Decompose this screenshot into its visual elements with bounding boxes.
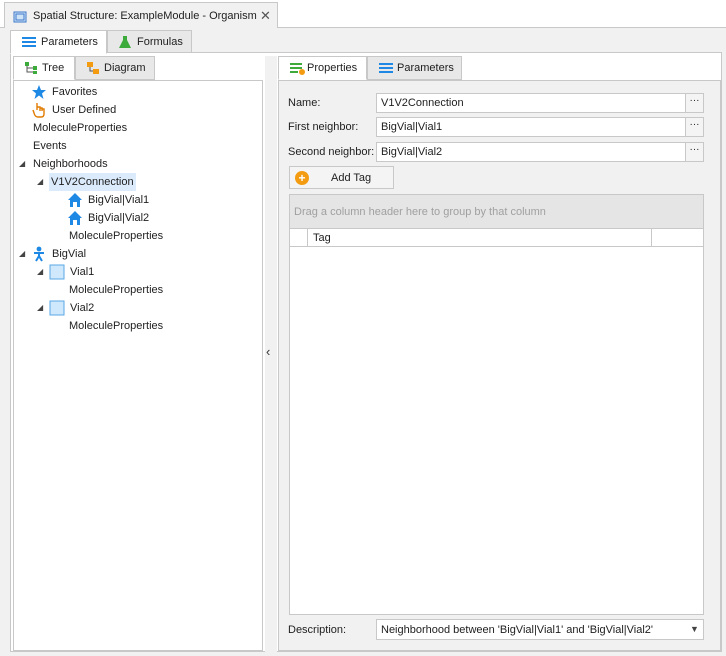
panel-splitter[interactable]: ‹ <box>265 56 277 652</box>
tree-item-molecule-properties[interactable]: MoleculeProperties <box>67 317 165 335</box>
tree-item-label: MoleculeProperties <box>69 230 164 242</box>
collapse-left-icon[interactable]: ‹ <box>266 344 270 359</box>
tab-properties[interactable]: Properties <box>278 56 367 80</box>
diagram-icon <box>86 61 100 78</box>
close-icon[interactable]: ✕ <box>260 8 271 24</box>
tree-item-molecule-properties[interactable]: MoleculeProperties <box>31 119 129 137</box>
name-ellipsis-button[interactable]: ··· <box>685 94 703 112</box>
name-field[interactable]: V1V2Connection ··· <box>376 93 704 113</box>
properties-icon <box>289 61 305 78</box>
second-neighbor-field[interactable]: BigVial|Vial2 ··· <box>376 142 704 162</box>
tab-diagram-label: Diagram <box>104 62 146 74</box>
tab-diagram[interactable]: Diagram <box>75 56 155 80</box>
first-neighbor-label: First neighbor: <box>288 121 359 133</box>
tree-item-label: Neighborhoods <box>33 158 108 170</box>
name-label: Name: <box>288 97 321 109</box>
tab-parameters[interactable]: Parameters <box>10 30 107 54</box>
description-value: Neighborhood between 'BigVial|Vial1' and… <box>381 624 653 636</box>
description-field[interactable]: Neighborhood between 'BigVial|Vial1' and… <box>376 619 704 640</box>
tree-item-events[interactable]: Events <box>31 137 69 155</box>
first-neighbor-value: BigVial|Vial1 <box>381 121 443 133</box>
tag-grid[interactable] <box>289 194 704 615</box>
add-icon: + <box>295 171 309 185</box>
tree-item-label: BigVial|Vial2 <box>88 212 150 224</box>
tab-formulas[interactable]: Formulas <box>107 30 192 54</box>
tree-item-label: BigVial|Vial1 <box>88 194 150 206</box>
row-indicator-header <box>290 229 308 246</box>
second-neighbor-ellipsis-button[interactable]: ··· <box>685 143 703 161</box>
document-tab[interactable]: Spatial Structure: ExampleModule - Organ… <box>4 2 278 29</box>
tree-item-label: V1V2Connection <box>49 173 136 191</box>
collapse-arrow-icon[interactable]: ◢ <box>19 245 25 263</box>
tab-formulas-label: Formulas <box>137 36 183 48</box>
first-neighbor-ellipsis-button[interactable]: ··· <box>685 118 703 136</box>
tree-item-label: MoleculeProperties <box>33 122 128 134</box>
chevron-down-icon[interactable]: ▼ <box>686 620 703 639</box>
name-value: V1V2Connection <box>381 97 464 109</box>
add-tag-button[interactable]: + Add Tag <box>289 166 394 189</box>
second-neighbor-label: Second neighbor: <box>288 146 375 158</box>
first-neighbor-field[interactable]: BigVial|Vial1 ··· <box>376 117 704 137</box>
column-header-tag[interactable]: Tag <box>307 229 652 246</box>
collapse-arrow-icon[interactable]: ◢ <box>37 263 43 281</box>
collapse-arrow-icon[interactable]: ◢ <box>19 155 25 173</box>
parameters-icon <box>21 35 37 52</box>
formulas-flask-icon <box>118 35 132 52</box>
tab-parameters-label: Parameters <box>41 36 98 48</box>
tree-item-molecule-properties[interactable]: MoleculeProperties <box>67 281 165 299</box>
collapse-arrow-icon[interactable]: ◢ <box>37 299 43 317</box>
tab-right-parameters[interactable]: Parameters <box>367 56 462 80</box>
description-label: Description: <box>288 624 347 636</box>
column-header-tag-label: Tag <box>313 232 331 244</box>
tab-tree[interactable]: Tree <box>13 56 75 80</box>
tree-item-label: MoleculeProperties <box>69 284 164 296</box>
tab-properties-label: Properties <box>307 62 358 74</box>
tab-right-parameters-label: Parameters <box>397 62 454 74</box>
add-tag-label: Add Tag <box>331 172 372 184</box>
tree-item-label: User Defined <box>52 104 117 116</box>
tree-item-molecule-properties[interactable]: MoleculeProperties <box>67 227 165 245</box>
group-by-hint: Drag a column header here to group by th… <box>294 206 546 218</box>
window-structure-icon <box>13 10 27 27</box>
container-icon <box>49 264 65 286</box>
tree-item-label: Vial1 <box>70 266 95 278</box>
document-title: Spatial Structure: ExampleModule - Organ… <box>33 10 257 22</box>
collapse-arrow-icon[interactable]: ◢ <box>37 173 43 191</box>
tree-item-label: MoleculeProperties <box>69 320 164 332</box>
tree-item-label: Favorites <box>52 86 98 98</box>
second-neighbor-value: BigVial|Vial2 <box>381 146 443 158</box>
grid-column-header-row: Tag <box>290 228 703 247</box>
tree-item-label: Vial2 <box>70 302 95 314</box>
group-by-panel[interactable]: Drag a column header here to group by th… <box>290 195 703 228</box>
tree-item-label: BigVial <box>52 248 87 260</box>
parameters-icon <box>378 61 394 78</box>
tree-item-label: Events <box>33 140 67 152</box>
tree-icon <box>24 61 38 78</box>
container-icon <box>49 300 65 322</box>
tab-tree-label: Tree <box>42 62 65 74</box>
